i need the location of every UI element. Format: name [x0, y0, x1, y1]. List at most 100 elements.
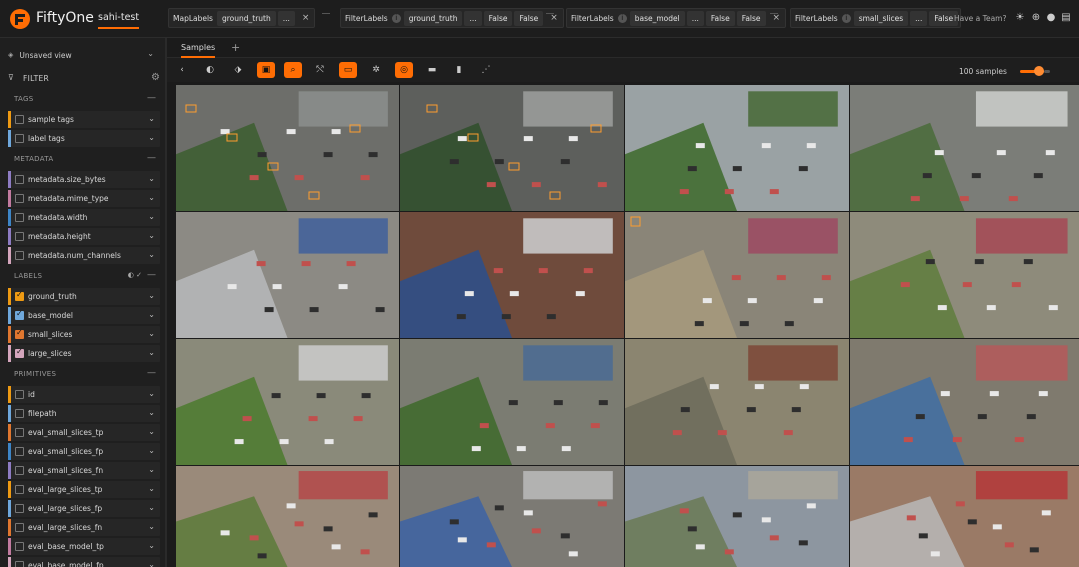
sidebar-scrollbar[interactable] [165, 38, 167, 567]
gear-icon[interactable]: ⚙ [151, 72, 160, 83]
chevron-down-icon[interactable]: ⌄ [148, 522, 155, 531]
visibility-icon[interactable]: ◐ ✓ [128, 271, 142, 279]
sidebar-field-row[interactable]: id ⌄ [8, 386, 160, 403]
sidebar-group-metadata[interactable]: METADATA — [8, 153, 160, 167]
fiftyone-logo-icon[interactable] [9, 8, 31, 30]
globe-icon[interactable]: ⊕ [1030, 12, 1042, 24]
stage-param[interactable]: ... [464, 10, 482, 26]
chevron-down-icon[interactable]: ⌄ [148, 212, 155, 221]
sidebar-field-row[interactable]: metadata.mime_type ⌄ [8, 190, 160, 207]
sidebar-field-row[interactable]: metadata.height ⌄ [8, 228, 160, 245]
field-checkbox[interactable] [15, 466, 24, 475]
tag-icon[interactable]: ⬗ [229, 62, 247, 78]
sample-thumbnail[interactable] [850, 466, 1079, 567]
saved-view-selector[interactable]: ◈ Unsaved view ⌄ [8, 47, 158, 63]
field-checkbox[interactable] [15, 213, 24, 222]
field-checkbox[interactable] [15, 134, 24, 143]
close-icon[interactable]: × [545, 13, 563, 23]
field-checkbox[interactable] [15, 409, 24, 418]
chevron-down-icon[interactable]: ⌄ [148, 503, 155, 512]
stage-param[interactable]: small_slices [853, 10, 909, 26]
sample-thumbnail[interactable] [400, 85, 624, 211]
chevron-down-icon[interactable]: ⌄ [148, 329, 155, 338]
stage-param[interactable]: False [705, 10, 735, 26]
field-checkbox[interactable] [15, 523, 24, 532]
field-checkbox[interactable] [15, 504, 24, 513]
stage-param[interactable]: False [514, 10, 544, 26]
sidebar-field-row[interactable]: eval_base_model_fp ⌄ [8, 557, 160, 567]
github-icon[interactable]: ● [1045, 12, 1057, 24]
stage-param[interactable]: base_model [629, 10, 685, 26]
info-icon[interactable]: i [841, 13, 851, 23]
sample-thumbnail[interactable] [176, 85, 399, 211]
video-icon[interactable]: ▬ [423, 62, 441, 78]
sample-thumbnail[interactable] [625, 212, 849, 338]
collapse-icon[interactable]: — [147, 368, 156, 378]
field-checkbox[interactable] [15, 290, 24, 301]
field-checkbox[interactable] [15, 390, 24, 399]
field-checkbox[interactable] [15, 309, 24, 320]
docs-book-icon[interactable]: ▤ [1060, 12, 1072, 24]
patches-icon[interactable]: ▣ [257, 62, 275, 78]
field-checkbox[interactable] [15, 175, 24, 184]
sidebar-field-row[interactable]: large_slices ⌄ [8, 345, 160, 362]
sidebar-field-row[interactable]: base_model ⌄ [8, 307, 160, 324]
field-checkbox[interactable] [15, 194, 24, 203]
sample-thumbnail[interactable] [176, 466, 399, 567]
view-stage-filterlabels[interactable]: FilterLabels i small_slices ... False [790, 8, 962, 28]
stage-param[interactable]: ... [910, 10, 928, 26]
field-checkbox[interactable] [15, 485, 24, 494]
field-checkbox[interactable] [15, 428, 24, 437]
close-icon[interactable]: × [768, 13, 786, 23]
sample-thumbnail[interactable] [625, 339, 849, 465]
sort-icon[interactable]: ◎ [395, 62, 413, 78]
sidebar-field-row[interactable]: metadata.num_channels ⌄ [8, 247, 160, 264]
sample-thumbnail[interactable] [176, 339, 399, 465]
add-panel-icon[interactable]: + [231, 41, 240, 54]
field-checkbox[interactable] [15, 115, 24, 124]
chevron-down-icon[interactable]: ⌄ [148, 408, 155, 417]
chevron-down-icon[interactable]: ⌄ [148, 389, 155, 398]
tab-samples[interactable]: Samples [181, 43, 216, 58]
sample-thumbnail[interactable] [625, 466, 849, 567]
dataset-name[interactable]: sahi-test [98, 12, 140, 29]
chevron-down-icon[interactable]: ⌄ [148, 560, 155, 567]
chevron-down-icon[interactable]: ⌄ [148, 114, 155, 123]
sidebar-group-tags[interactable]: TAGS — [8, 93, 160, 107]
collapse-icon[interactable]: — [147, 93, 156, 103]
field-checkbox[interactable] [15, 447, 24, 456]
field-checkbox[interactable] [15, 232, 24, 241]
sidebar-field-row[interactable]: filepath ⌄ [8, 405, 160, 422]
sidebar-field-row[interactable]: eval_large_slices_fp ⌄ [8, 500, 160, 517]
chevron-down-icon[interactable]: ⌄ [148, 291, 155, 300]
chevron-down-icon[interactable]: ⌄ [148, 174, 155, 183]
embeddings-icon[interactable]: ⋰ [477, 62, 495, 78]
sidebar-field-row[interactable]: eval_large_slices_fn ⌄ [8, 519, 160, 536]
collapse-icon[interactable]: — [147, 270, 156, 280]
sample-thumbnail[interactable] [850, 339, 1079, 465]
view-stage-filterlabels[interactable]: FilterLabels i ground_truth ... False Fa… [340, 8, 564, 28]
collapse-icon[interactable]: — [147, 153, 156, 163]
sidebar-field-row[interactable]: eval_small_slices_tp ⌄ [8, 424, 160, 441]
field-checkbox[interactable] [15, 542, 24, 551]
sidebar-group-labels[interactable]: LABELS ◐ ✓ — [8, 270, 160, 284]
color-palette-icon[interactable]: ◐ [201, 62, 219, 78]
sidebar-group-primitives[interactable]: PRIMITIVES — [8, 368, 160, 382]
sample-thumbnail[interactable] [400, 339, 624, 465]
field-checkbox[interactable] [15, 561, 24, 567]
similarity-icon[interactable]: ⤲ [311, 62, 329, 78]
chevron-down-icon[interactable]: ⌄ [148, 231, 155, 240]
chevron-down-icon[interactable]: ⌄ [148, 427, 155, 436]
stage-param[interactable]: ... [686, 10, 704, 26]
stage-param[interactable]: False [736, 10, 766, 26]
sidebar-field-row[interactable]: metadata.size_bytes ⌄ [8, 171, 160, 188]
chevron-down-icon[interactable]: ⌄ [148, 484, 155, 493]
sample-thumbnail[interactable] [850, 212, 1079, 338]
histogram-icon[interactable]: ▮ [450, 62, 468, 78]
zoom-slider-handle[interactable] [1034, 66, 1044, 76]
sidebar-field-row[interactable]: eval_large_slices_tp ⌄ [8, 481, 160, 498]
view-stage-maplabels[interactable]: MapLabels ground_truth ... × [168, 8, 316, 28]
sidebar-field-row[interactable]: small_slices ⌄ [8, 326, 160, 343]
sample-thumbnail[interactable] [850, 85, 1079, 211]
sidebar-field-row[interactable]: eval_small_slices_fn ⌄ [8, 462, 160, 479]
